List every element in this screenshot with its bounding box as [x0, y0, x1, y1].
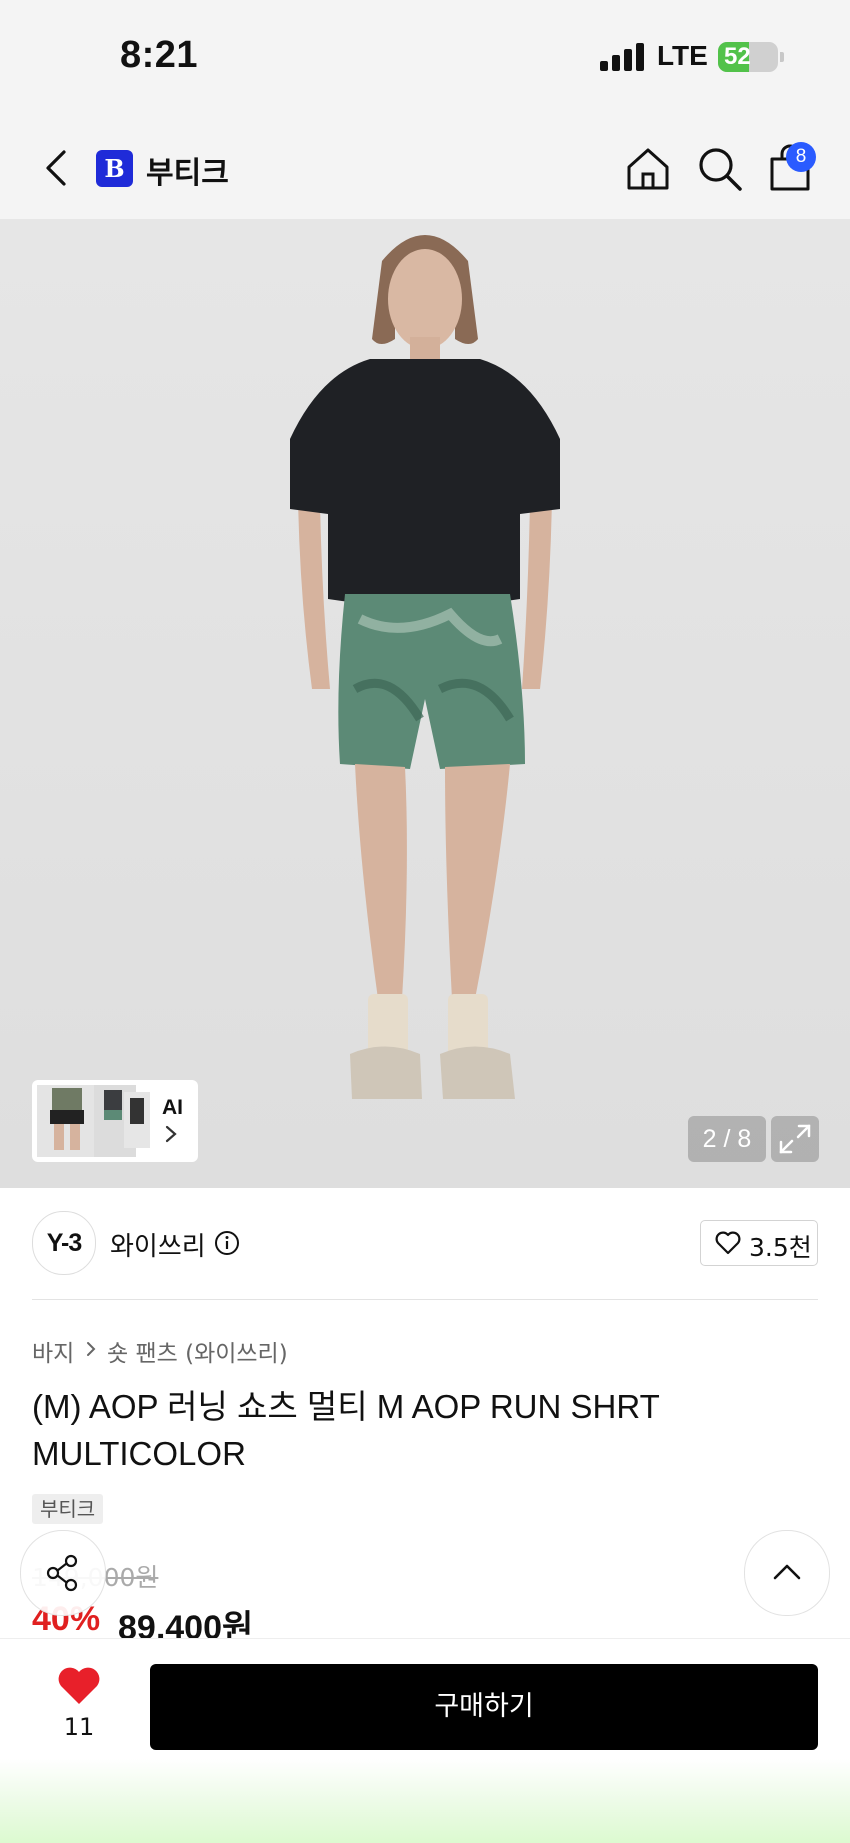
boutique-logo[interactable]: B	[96, 150, 133, 187]
signal-icon	[600, 43, 644, 71]
store-tag-badge: 부티크	[32, 1494, 104, 1524]
brand-like-count: 3.5천	[749, 1233, 812, 1262]
chevron-up-icon	[773, 1564, 801, 1580]
network-type: LTE	[657, 40, 708, 71]
model-photo	[290, 235, 560, 1099]
home-icon[interactable]	[624, 145, 672, 193]
scroll-to-top-button[interactable]	[744, 1530, 830, 1616]
divider	[32, 1299, 818, 1300]
back-button[interactable]	[38, 146, 78, 190]
info-icon[interactable]	[214, 1230, 240, 1256]
image-counter: 2 / 8	[688, 1116, 766, 1162]
brand-name[interactable]: 와이쓰리	[110, 1226, 206, 1263]
breadcrumb-category[interactable]: 바지	[32, 1334, 74, 1368]
buy-button[interactable]: 구매하기	[150, 1664, 818, 1750]
chevron-right-icon	[87, 1342, 96, 1356]
product-title: (M) AOP 러닝 쇼츠 멀티 M AOP RUN SHRT MULTICOL…	[32, 1388, 660, 1472]
brand-logo[interactable]: Y-3	[32, 1211, 96, 1275]
battery-icon: 52	[718, 42, 778, 72]
thumbnail-images	[37, 1085, 150, 1157]
battery-percent: 52	[724, 43, 751, 70]
search-icon[interactable]	[696, 145, 744, 193]
ai-similar-thumbnail[interactable]	[32, 1080, 198, 1162]
expand-icon[interactable]	[771, 1116, 819, 1162]
heart-filled-icon[interactable]	[56, 1664, 102, 1708]
heart-outline-icon	[715, 1231, 741, 1255]
ai-label: AI	[162, 1096, 183, 1119]
status-time: 8:21	[120, 34, 199, 76]
breadcrumb-subcategory[interactable]: 숏 팬츠 (와이쓰리)	[107, 1334, 288, 1368]
wish-count: 11	[63, 1713, 95, 1741]
battery-tip	[780, 52, 784, 62]
chevron-right-icon	[165, 1125, 177, 1143]
store-name[interactable]: 부티크	[146, 148, 229, 192]
share-icon	[46, 1554, 78, 1592]
share-button[interactable]	[20, 1530, 106, 1616]
brand-like-button[interactable]: 3.5천	[700, 1220, 818, 1266]
product-image[interactable]	[0, 219, 850, 1188]
cart-count-badge: 8	[786, 142, 816, 172]
